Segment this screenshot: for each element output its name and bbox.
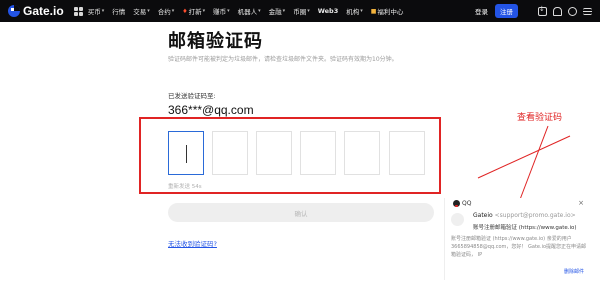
chevron-down-icon: ▾ xyxy=(360,8,363,14)
bell-icon[interactable] xyxy=(553,6,562,16)
nav-item-label: 金融 xyxy=(268,8,282,16)
close-icon[interactable]: × xyxy=(578,199,584,207)
register-button[interactable]: 注册 xyxy=(495,4,518,18)
qq-penguin-icon xyxy=(453,200,460,207)
resend-countdown: 重新发送 54s xyxy=(168,184,202,190)
nav-item-11[interactable]: ■ 福利中心 xyxy=(370,6,404,17)
confirm-button[interactable]: 确认 xyxy=(168,203,434,222)
notification-app-name: QQ xyxy=(462,200,472,207)
chevron-down-icon: ▾ xyxy=(307,8,310,14)
nav-item-label: 买币 xyxy=(87,8,101,16)
masked-email: 366***@qq.com xyxy=(168,103,254,117)
nav-item-0[interactable]: 买币 ▾ xyxy=(88,6,105,16)
code-input-1[interactable] xyxy=(168,131,204,175)
main-nav: 买币 ▾ 行情 交易 ▾ 合约 ▾ ♦ 打新 ▾ 赚币 ▾ 机器人 ▾ 金融 ▾ 币圈 ▾ Web3 机构 ▾ ■ 福利中心 xyxy=(88,6,412,16)
nav-item-5[interactable]: 赚币 ▾ xyxy=(213,6,230,16)
nav-item-label: 福利中心 xyxy=(377,8,404,16)
code-input-3[interactable] xyxy=(256,131,292,175)
chevron-down-icon: ▾ xyxy=(227,8,230,14)
nav-item-10[interactable]: 机构 ▾ xyxy=(346,6,363,16)
page-title: 邮箱验证码 xyxy=(168,31,263,52)
login-link[interactable]: 登录 xyxy=(475,6,488,16)
nav-item-9[interactable]: Web3 xyxy=(318,7,339,15)
annotation-label: 查看验证码 xyxy=(517,113,563,123)
apps-grid-icon[interactable] xyxy=(73,6,83,16)
chevron-down-icon: ▾ xyxy=(282,8,286,14)
globe-icon[interactable] xyxy=(568,6,577,16)
nav-item-label: 打新 xyxy=(188,8,202,16)
chevron-down-icon: ▾ xyxy=(101,8,105,14)
verification-description: 验证码邮件可能被判定为垃圾邮件，请检查垃圾邮件文件夹。验证码有效期为10分钟。 xyxy=(168,56,398,63)
nav-item-label: 机构 xyxy=(346,8,360,16)
top-right-actions: 登录 注册 xyxy=(475,4,592,18)
chevron-down-icon: ▾ xyxy=(202,8,206,14)
download-icon[interactable] xyxy=(538,5,547,16)
sent-to-label: 已发送验证码至: xyxy=(168,92,216,100)
code-input-4[interactable] xyxy=(300,131,336,175)
gate-logo[interactable]: Gate.io xyxy=(8,4,64,18)
gift-icon: ■ xyxy=(370,7,377,15)
menu-icon[interactable] xyxy=(583,7,592,15)
nav-item-8[interactable]: 币圈 ▾ xyxy=(293,6,310,16)
nav-item-label: 赚币 xyxy=(213,8,227,16)
nav-item-4[interactable]: ♦ 打新 ▾ xyxy=(182,6,206,17)
code-input-2[interactable] xyxy=(212,131,248,175)
nav-item-2[interactable]: 交易 ▾ xyxy=(133,6,150,16)
no-code-link[interactable]: 无法收到验证码? xyxy=(168,238,217,248)
flame-icon: ♦ xyxy=(182,7,188,15)
nav-item-label: 合约 xyxy=(157,8,171,16)
notification-sender: Gateio <support@promo.gate.io> xyxy=(473,212,576,219)
chevron-down-icon: ▾ xyxy=(147,8,150,14)
notification-body: 账号注册邮箱验证 (https://www.gate.io) 亲爱的用户3665… xyxy=(451,236,587,258)
nav-item-6[interactable]: 机器人 ▾ xyxy=(238,6,261,16)
code-input-5[interactable] xyxy=(344,131,380,175)
nav-item-label: Web3 xyxy=(317,7,339,15)
nav-item-label: 交易 xyxy=(133,8,147,16)
delete-mail-link[interactable]: 删除邮件 xyxy=(564,268,584,275)
annotation-arrow-2 xyxy=(477,135,571,179)
qq-mail-notification[interactable]: QQ × Gateio <support@promo.gate.io> 账号注册… xyxy=(444,198,590,280)
nav-item-label: 机器人 xyxy=(237,8,258,16)
nav-item-3[interactable]: 合约 ▾ xyxy=(158,6,175,16)
nav-item-label: 币圈 xyxy=(293,8,307,16)
notification-subject: 账号注册邮箱验证 (https://www.gate.io) xyxy=(473,225,577,231)
gate-logo-icon xyxy=(8,5,20,17)
top-nav-bar: Gate.io 买币 ▾ 行情 交易 ▾ 合约 ▾ ♦ 打新 ▾ 赚币 ▾ 机器人 ▾ 金融 ▾ 币圈 ▾ Web3… xyxy=(0,0,600,22)
chevron-down-icon: ▾ xyxy=(171,8,175,14)
sender-address: <support@promo.gate.io> xyxy=(494,212,576,219)
sender-avatar xyxy=(451,213,464,226)
nav-item-label: 行情 xyxy=(112,8,126,16)
nav-item-1[interactable]: 行情 xyxy=(112,6,125,16)
notification-header: QQ xyxy=(453,200,471,207)
chevron-down-icon: ▾ xyxy=(258,8,261,14)
code-input-6[interactable] xyxy=(389,131,425,175)
logo-text: Gate.io xyxy=(23,4,64,18)
nav-item-7[interactable]: 金融 ▾ xyxy=(269,6,286,16)
sender-name: Gateio xyxy=(473,212,493,219)
